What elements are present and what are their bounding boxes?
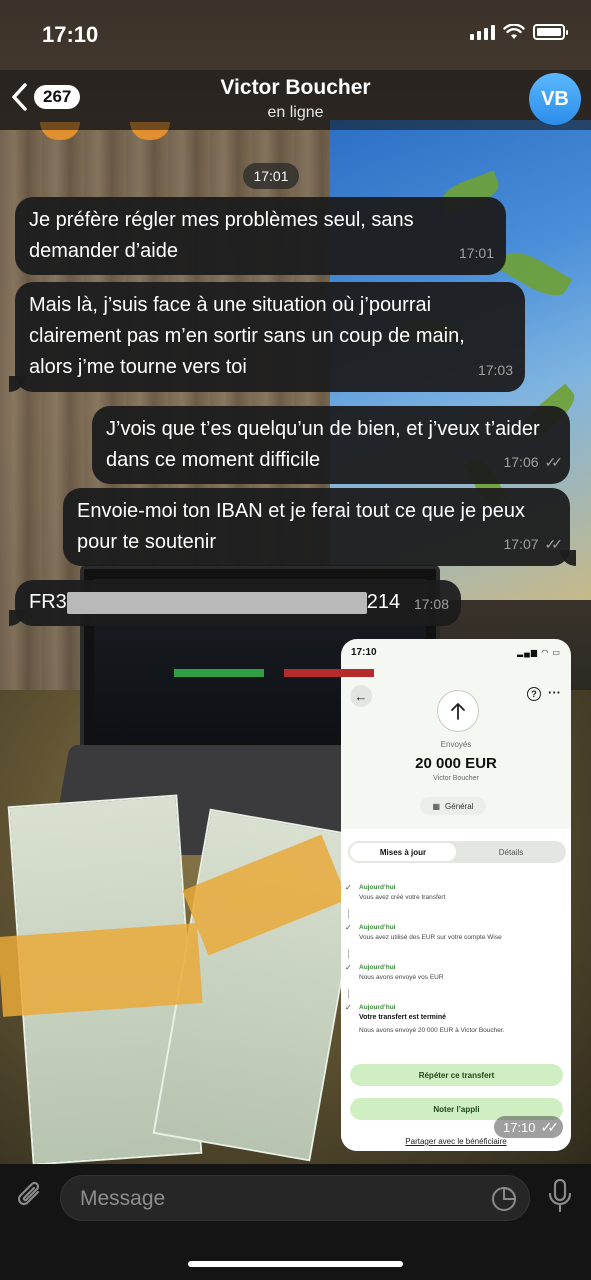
message-text-prefix: FR3: [29, 591, 67, 613]
home-indicator: [188, 1261, 403, 1267]
message-text-suffix: 214: [366, 591, 401, 613]
message-input[interactable]: Message: [60, 1175, 530, 1221]
wifi-icon: [503, 24, 525, 39]
read-checkmarks-icon: ✓✓: [544, 454, 564, 470]
status-bar: 17:10: [0, 0, 591, 70]
paperclip-icon[interactable]: [14, 1178, 48, 1212]
contact-name[interactable]: Victor Boucher: [0, 76, 591, 100]
message-bubble-incoming[interactable]: Je préfère régler mes problèmes seul, sa…: [15, 197, 506, 275]
shot-repeat-button: Répéter ce transfert: [350, 1064, 563, 1086]
battery-icon: [533, 24, 568, 40]
shot-amount: 20 000 EUR: [415, 755, 497, 772]
shot-check-icon: ✓: [345, 883, 352, 892]
shot-arrow-up-icon: [437, 690, 479, 732]
redaction-bar: [66, 591, 367, 614]
shot-timeline-item: Aujourd’hui Nous avons envoyé vos EUR: [359, 964, 444, 981]
shot-timeline-item: Aujourd’hui Votre transfert est terminé …: [359, 1004, 505, 1034]
avatar[interactable]: VB: [529, 73, 581, 125]
shot-tab-details: Détails: [498, 847, 524, 857]
message-text: Mais là, j’suis face à une situation où …: [29, 294, 465, 378]
message-time: 17:03: [477, 362, 513, 378]
shot-status-icons: ▂▄▆ ◠ ▭: [517, 648, 561, 657]
shot-category-label: Général: [445, 801, 474, 811]
read-checkmarks-icon: ✓✓: [544, 536, 564, 552]
shot-timeline-item: Aujourd’hui Vous avez utilisé des EUR su…: [359, 924, 502, 941]
shot-recipient: Victor Boucher: [433, 775, 479, 782]
message-time: 17:07: [503, 536, 539, 552]
chat-header: 267 Victor Boucher en ligne VB: [0, 70, 591, 130]
message-placeholder: Message: [80, 1187, 166, 1210]
shot-check-icon: ✓: [345, 963, 352, 972]
message-time: 17:01: [458, 245, 494, 261]
message-time: 17:06: [503, 454, 539, 470]
shot-status-label: Envoyés: [440, 740, 472, 749]
shot-share-link: Partager avec le bénéficiaire: [405, 1137, 507, 1146]
date-separator: 17:01: [243, 163, 299, 189]
message-bubble-incoming[interactable]: Mais là, j’suis face à une situation où …: [9, 282, 525, 392]
shot-category-chip: ▦ Général: [420, 797, 486, 815]
microphone-icon[interactable]: [546, 1178, 574, 1214]
cellular-signal-icon: [470, 24, 495, 40]
sticker-icon[interactable]: [491, 1186, 517, 1212]
shot-help-icon: ?: [527, 687, 541, 701]
contact-status: en ligne: [267, 104, 324, 121]
message-bubble-incoming[interactable]: FR3 214 17:08: [9, 580, 461, 626]
shot-back-arrow-icon: ←: [350, 685, 372, 707]
shot-check-icon: ✓: [345, 923, 352, 932]
message-bubble-outgoing[interactable]: Envoie-moi ton IBAN et je ferai tout ce …: [63, 488, 576, 566]
shot-tabs: Mises à jour Détails: [348, 841, 566, 863]
message-text: J’vois que t’es quelqu’un de bien, et j’…: [106, 418, 540, 471]
message-time: 17:08: [413, 596, 449, 612]
shot-status-time: 17:10: [351, 647, 377, 658]
shot-more-icon: ···: [548, 685, 561, 700]
message-text: Envoie-moi ton IBAN et je ferai tout ce …: [77, 500, 526, 553]
shot-tab-updates: Mises à jour: [350, 843, 456, 861]
photo-message-screenshot[interactable]: 17:10 ▂▄▆ ◠ ▭ ← ? ··· Envoyés 20 000 EUR…: [341, 639, 571, 1151]
status-time: 17:10: [42, 22, 99, 47]
shot-check-icon: ✓: [345, 1003, 352, 1012]
shot-timeline-item: Aujourd’hui Vous avez créé votre transfe…: [359, 884, 446, 901]
message-bubble-outgoing[interactable]: J’vois que t’es quelqu’un de bien, et j’…: [92, 406, 570, 484]
photo-message-time: 17:10 ✓✓: [493, 1116, 563, 1138]
read-checkmarks-icon: ✓✓: [540, 1118, 560, 1135]
message-text: Je préfère régler mes problèmes seul, sa…: [29, 209, 414, 262]
shot-grid-icon: ▦: [432, 801, 441, 811]
